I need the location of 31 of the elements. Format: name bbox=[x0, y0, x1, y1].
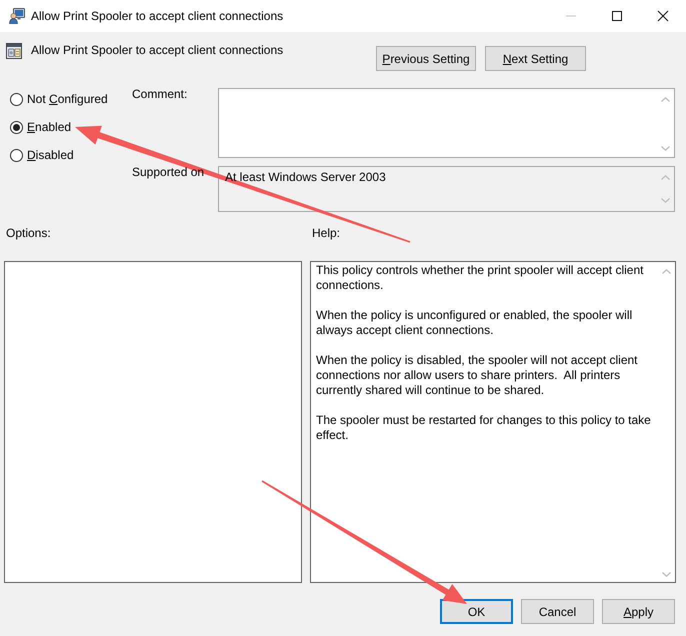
help-paragraph: The spooler must be restarted for changes to this policy to take effect. bbox=[316, 413, 652, 443]
radio-option[interactable]: Enabled bbox=[10, 113, 72, 141]
close-icon[interactable] bbox=[658, 11, 668, 21]
window-icon bbox=[6, 43, 22, 59]
help-paragraph: When the policy is disabled, the spooler will not accept client connections nor allow users to share printers. All printers currently shared will continue to be shared. bbox=[316, 353, 639, 398]
radio-option[interactable]: Disabled bbox=[10, 141, 74, 169]
comment-field[interactable] bbox=[218, 88, 675, 158]
scroll-down-icon[interactable] bbox=[661, 198, 670, 203]
policy-title: Allow Print Spooler to accept client connections bbox=[31, 43, 284, 57]
scroll-down-icon[interactable] bbox=[662, 572, 671, 577]
radio-icon[interactable] bbox=[10, 148, 23, 162]
help-paragraph: This policy controls whether the print spooler will accept client connections. bbox=[316, 263, 644, 293]
maximize-icon[interactable] bbox=[612, 11, 622, 21]
scroll-down-icon[interactable] bbox=[661, 146, 670, 151]
window-title: Allow Print Spooler to accept client connections bbox=[31, 9, 284, 23]
previous-setting-button[interactable]: Previous Setting bbox=[376, 46, 476, 71]
help-label: Help: bbox=[312, 226, 340, 240]
scroll-up-icon[interactable] bbox=[662, 269, 671, 274]
options-label: Options: bbox=[6, 226, 52, 240]
next-setting-button[interactable]: Next Setting bbox=[485, 46, 586, 71]
apply-button[interactable]: Apply bbox=[602, 599, 675, 624]
ok-button[interactable]: OK bbox=[440, 599, 513, 624]
radio-icon[interactable] bbox=[10, 120, 23, 134]
scroll-up-icon[interactable] bbox=[661, 97, 670, 102]
computer-user-icon bbox=[9, 8, 25, 24]
cancel-button[interactable]: Cancel bbox=[521, 599, 594, 624]
comment-label: Comment: bbox=[132, 87, 188, 101]
radio-option[interactable]: Not Configured bbox=[10, 85, 108, 113]
help-paragraph: When the policy is unconfigured or enabled, the spooler will always accept client connections. bbox=[316, 308, 634, 338]
scroll-up-icon[interactable] bbox=[661, 175, 670, 180]
radio-icon[interactable] bbox=[10, 92, 23, 106]
